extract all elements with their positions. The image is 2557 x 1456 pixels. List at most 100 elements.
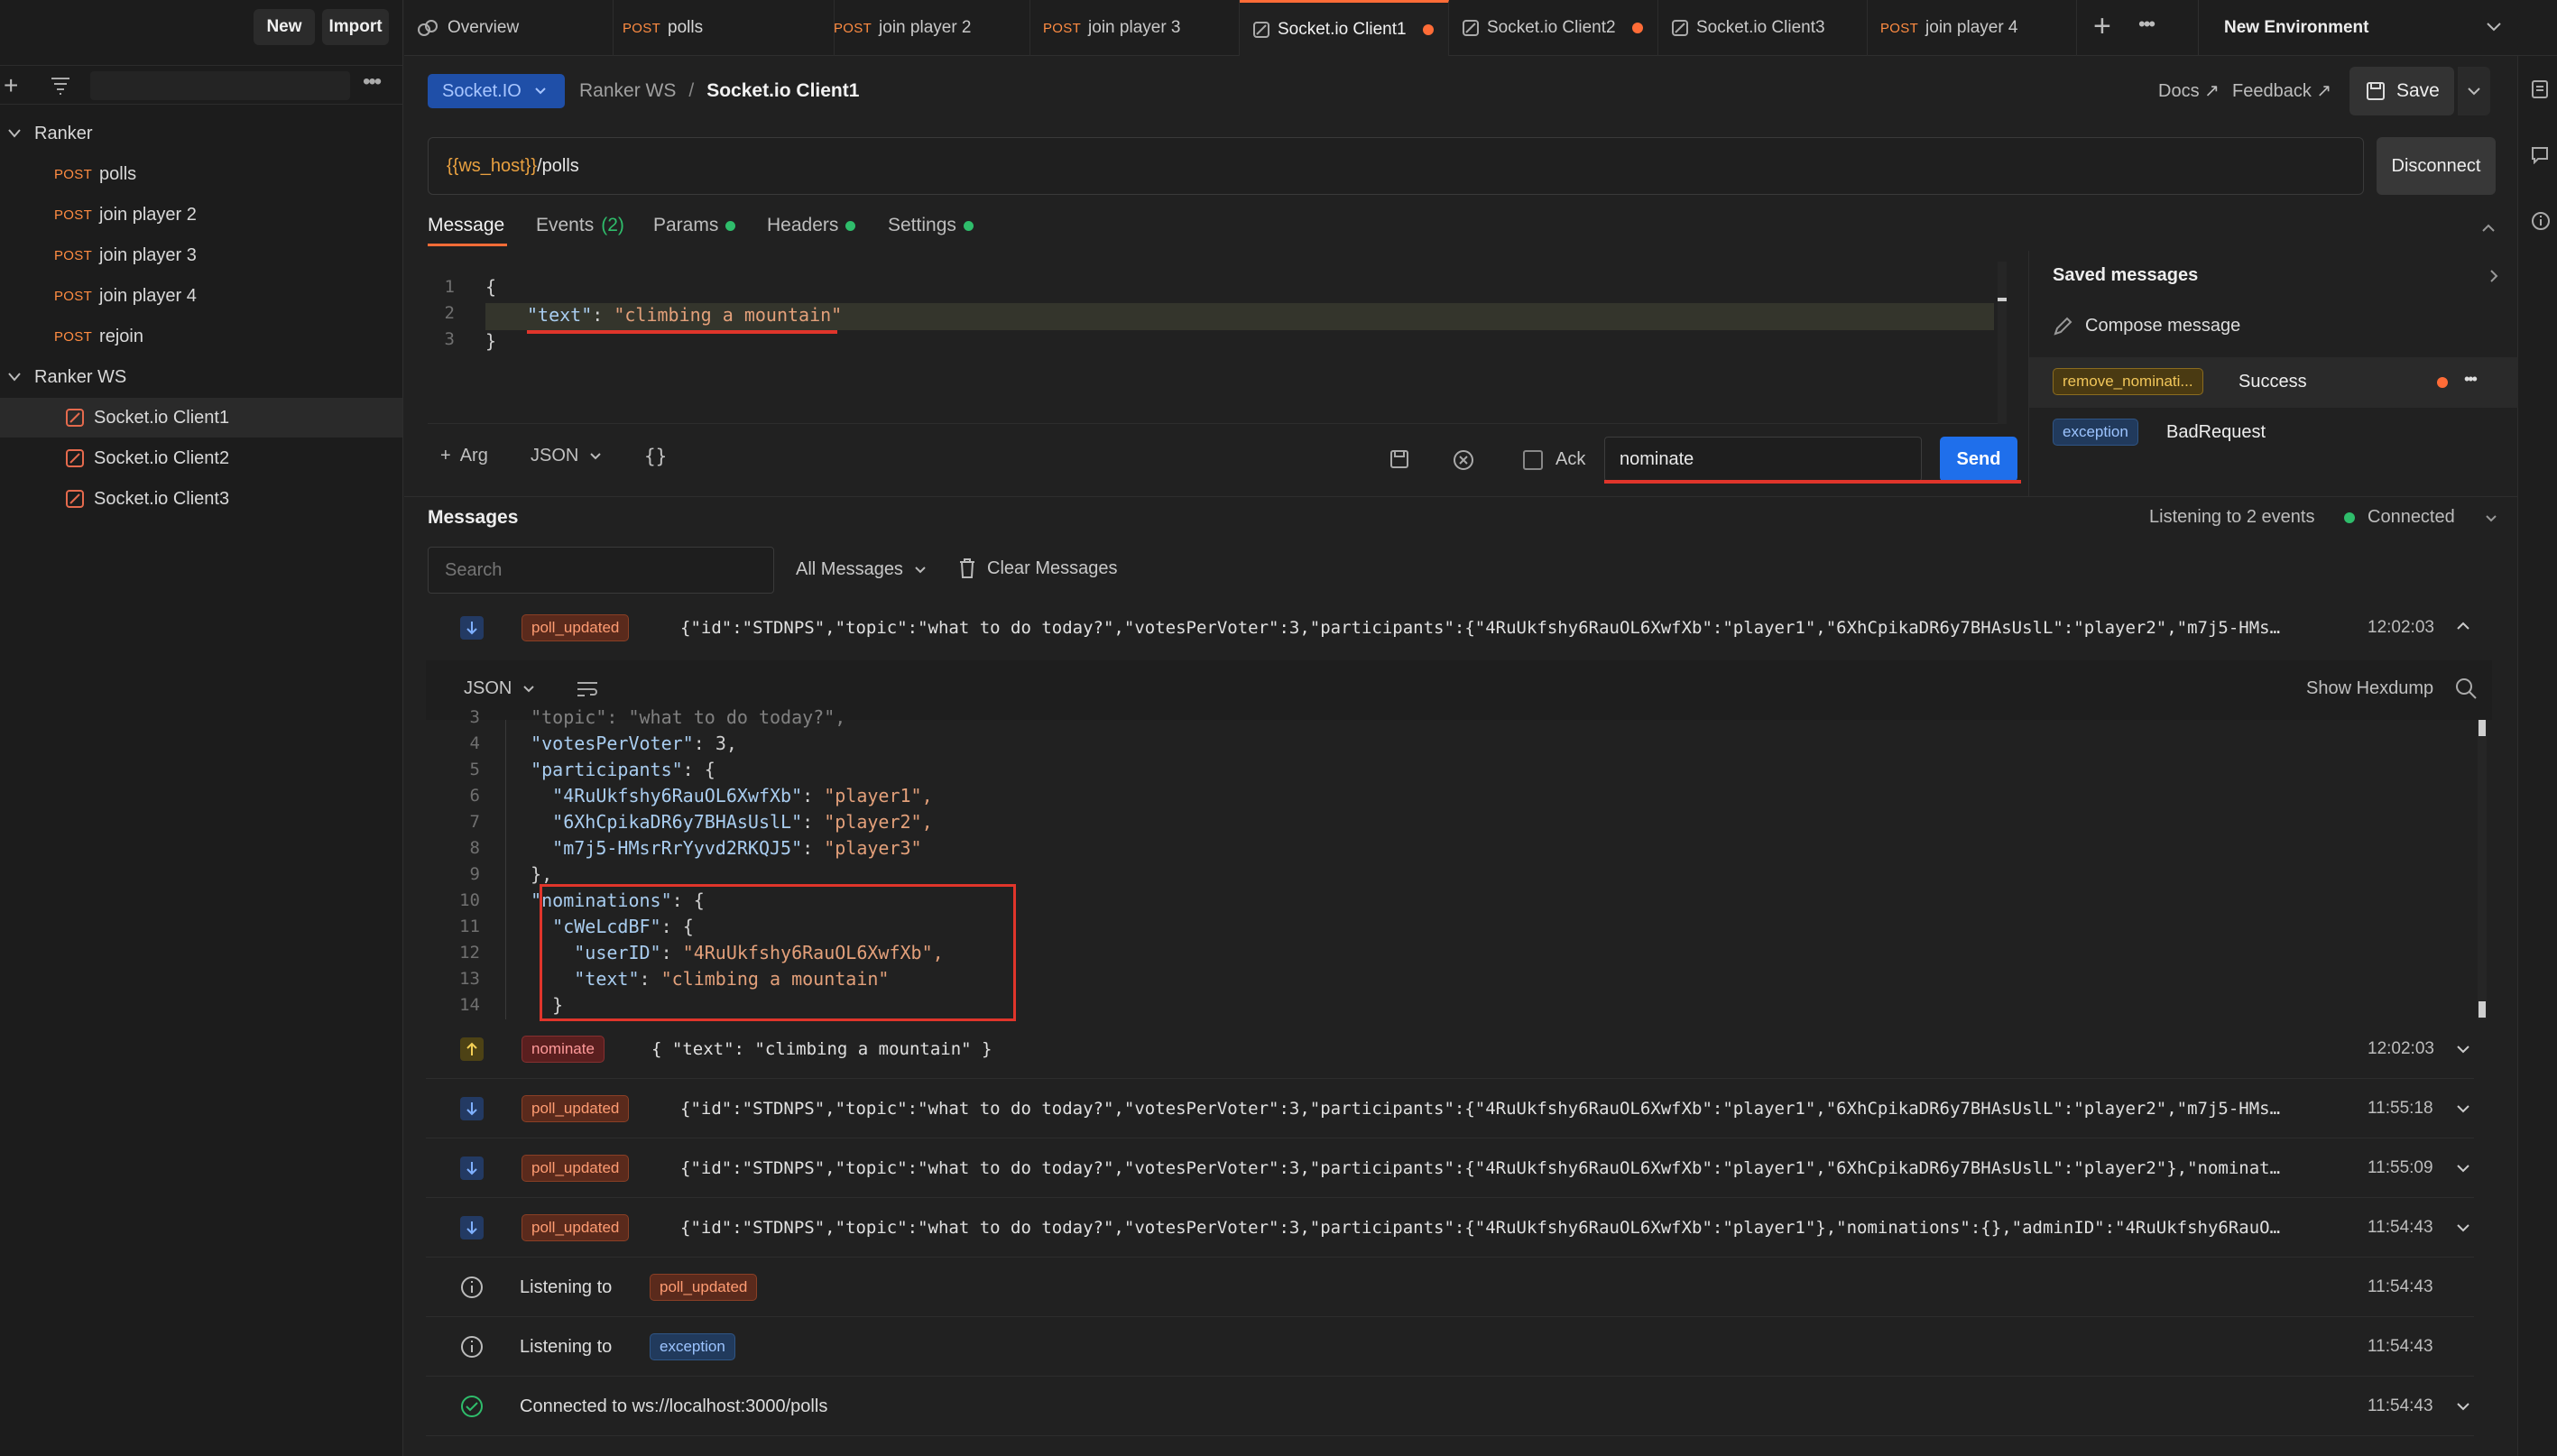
info-row: Listening to poll_updated 11:54:43 (426, 1258, 2474, 1317)
url-variable: {{ws_host}} (447, 155, 538, 176)
collection-ranker[interactable]: Ranker (0, 114, 402, 153)
sidebar-item-polls[interactable]: POST polls (0, 154, 402, 194)
message-row[interactable]: poll_updated {"id":"STDNPS","topic":"wha… (426, 1079, 2474, 1138)
outgoing-arrow-icon (460, 1037, 484, 1061)
clear-message-icon[interactable] (1453, 449, 1474, 471)
more-icon[interactable]: ••• (2464, 370, 2478, 389)
import-button[interactable]: Import (322, 9, 389, 45)
format-selector[interactable]: JSON (531, 446, 602, 466)
message-filter-select[interactable]: All Messages (796, 559, 927, 580)
ack-label: Ack (1555, 449, 1586, 469)
tab-join-player-3[interactable]: POST join player 3 (1030, 0, 1240, 56)
chevron-down-icon[interactable] (2456, 1104, 2470, 1113)
sidebar-item-join-player-2[interactable]: POST join player 2 (0, 195, 402, 235)
format-label: JSON (531, 446, 579, 465)
url-input[interactable]: {{ws_host}} /polls (428, 137, 2364, 195)
tab-params[interactable]: Params (653, 215, 736, 236)
chevron-right-icon[interactable] (2489, 269, 2498, 283)
tab-events[interactable]: Events (2) (536, 215, 624, 236)
info-label: Listening to (520, 1277, 613, 1297)
divider (404, 496, 2517, 497)
save-button[interactable]: Save (2349, 67, 2454, 115)
docs-link[interactable]: Docs ↗ (2158, 79, 2220, 102)
message-time: 12:02:03 (2368, 1039, 2434, 1058)
info-row[interactable]: Connected to ws://localhost:3000/polls 1… (426, 1377, 2474, 1436)
save-options-button[interactable] (2458, 67, 2490, 115)
message-preview: {"id":"STDNPS","topic":"what to do today… (680, 618, 2281, 638)
send-button[interactable]: Send (1940, 437, 2017, 482)
compose-message-button[interactable]: Compose message (2053, 316, 2240, 336)
new-button[interactable]: New (254, 9, 315, 45)
docs-icon[interactable] (2531, 79, 2549, 99)
info-icon[interactable] (2531, 211, 2551, 231)
chevron-down-icon[interactable] (2456, 1164, 2470, 1173)
messages-search-input[interactable] (428, 547, 774, 594)
tab-headers[interactable]: Headers (767, 215, 856, 236)
status-label: Connected (2368, 507, 2455, 527)
chevron-up-icon[interactable] (2481, 224, 2496, 233)
saved-message-item[interactable]: remove_nominati... Success ••• (2029, 357, 2518, 408)
sidebar-item-rejoin[interactable]: POST rejoin (0, 317, 402, 356)
protocol-selector[interactable]: Socket.IO (428, 74, 565, 108)
checkbox[interactable] (1523, 449, 1543, 470)
message-row[interactable]: poll_updated {"id":"STDNPS","topic":"wha… (426, 1198, 2474, 1258)
chevron-down-icon[interactable] (2485, 514, 2497, 523)
beautify-icon[interactable]: {} (644, 446, 667, 467)
message-row[interactable]: poll_updated {"id":"STDNPS","topic":"wha… (426, 1138, 2474, 1198)
message-editor[interactable]: 1 2 3 { "text": "climbing a mountain" } (428, 262, 2007, 424)
listening-status: Listening to 2 events (2149, 507, 2315, 527)
tab-socketio-client2[interactable]: Socket.io Client2 (1449, 0, 1658, 56)
sidebar-item-socketio-client3[interactable]: Socket.io Client3 (0, 479, 402, 519)
tab-join-player-2[interactable]: POST join player 2 (821, 0, 1030, 56)
collection-ranker-ws[interactable]: Ranker WS (0, 357, 402, 397)
tab-socketio-client3[interactable]: Socket.io Client3 (1658, 0, 1868, 56)
tab-polls-content[interactable]: POST polls (623, 0, 703, 56)
editor-scrollbar[interactable] (1998, 262, 2007, 424)
sidebar-item-socketio-client1[interactable]: Socket.io Client1 (0, 398, 402, 438)
tab-join-player-4[interactable]: POST join player 4 (1868, 0, 2077, 56)
environment-selector[interactable]: New Environment (2198, 0, 2557, 56)
breadcrumb-parent[interactable]: Ranker WS (579, 80, 676, 102)
message-row-expanded[interactable]: poll_updated {"id":"STDNPS","topic":"wha… (426, 600, 2474, 663)
sidebar-search-input[interactable] (90, 71, 350, 100)
show-hexdump-button[interactable]: Show Hexdump (2306, 678, 2433, 699)
chevron-down-icon[interactable] (2456, 1223, 2470, 1232)
sidebar-item-join-player-4[interactable]: POST join player 4 (0, 276, 402, 316)
sidebar-item-socketio-client2[interactable]: Socket.io Client2 (0, 438, 402, 478)
event-name-input[interactable]: nominate (1604, 437, 1922, 482)
clear-messages-button[interactable]: Clear Messages (958, 558, 1118, 579)
new-tab-icon[interactable]: + (2093, 9, 2111, 44)
ack-checkbox[interactable]: Ack (1523, 449, 1585, 470)
tab-bar: Overview POST polls POST join player 2 P… (404, 0, 2198, 56)
more-icon[interactable]: ••• (363, 69, 382, 95)
chevron-down-icon (590, 452, 602, 459)
search-icon[interactable] (2454, 677, 2478, 700)
chevron-down-icon[interactable] (2456, 1045, 2470, 1054)
tab-label: Socket.io Client2 (1487, 18, 1616, 37)
wrap-lines-icon[interactable] (576, 680, 599, 700)
chevron-down-icon[interactable] (2456, 1402, 2470, 1411)
save-message-icon[interactable] (1389, 449, 1409, 469)
disconnect-button[interactable]: Disconnect (2377, 137, 2496, 195)
add-icon[interactable]: + (4, 71, 18, 100)
line-number: 4 (469, 733, 480, 753)
json-key: "text" (527, 304, 593, 326)
message-row[interactable]: nominate { "text": "climbing a mountain"… (426, 1019, 2474, 1079)
viewer-scrollbar[interactable] (2478, 720, 2487, 1019)
more-tabs-icon[interactable]: ••• (2138, 13, 2155, 36)
add-arg-button[interactable]: + Arg (440, 446, 488, 466)
sidebar-item-label: join player 2 (99, 204, 197, 225)
json-value: "player2", (824, 811, 933, 833)
tab-message[interactable]: Message (428, 215, 504, 236)
filter-icon[interactable] (51, 77, 70, 95)
chevron-up-icon[interactable] (2456, 622, 2470, 631)
tab-overview[interactable]: Overview (404, 0, 614, 56)
detail-format-selector[interactable]: JSON (464, 678, 535, 699)
event-tag: poll_updated (522, 1214, 630, 1241)
saved-message-item[interactable]: exception BadRequest (2029, 408, 2518, 458)
comment-icon[interactable] (2531, 146, 2549, 164)
feedback-link[interactable]: Feedback ↗ (2232, 79, 2331, 102)
tab-socketio-client1[interactable]: Socket.io Client1 (1240, 0, 1449, 56)
tab-settings[interactable]: Settings (888, 215, 974, 236)
sidebar-item-join-player-3[interactable]: POST join player 3 (0, 235, 402, 275)
